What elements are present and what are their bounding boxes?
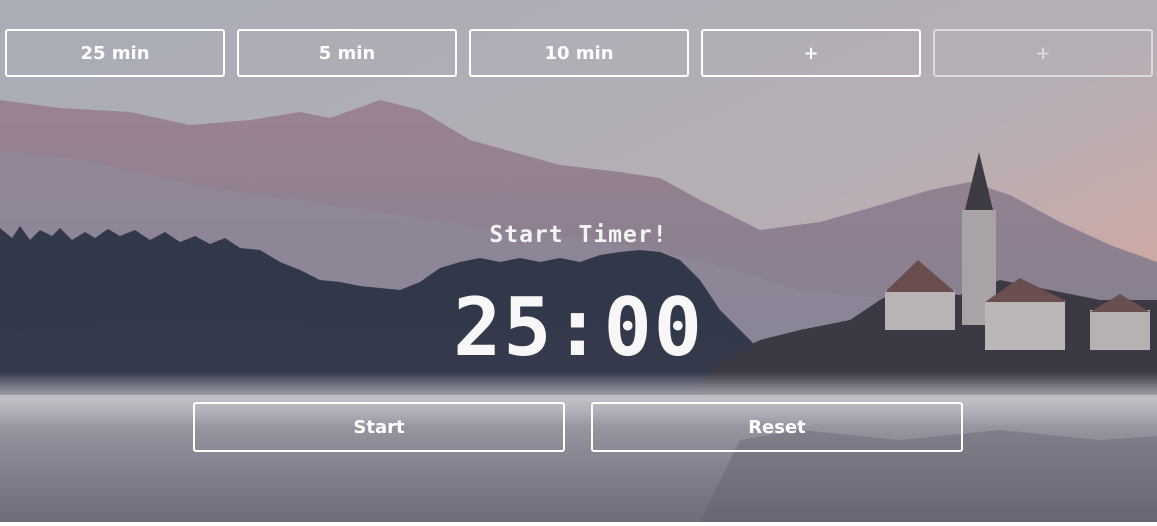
reset-button[interactable]: Reset [591,402,963,452]
preset-bar: 25 min 5 min 10 min + + [0,0,1157,90]
preset-25-min-button[interactable]: 25 min [5,29,225,77]
add-preset-button-disabled[interactable]: + [933,29,1153,77]
preset-5-min-button[interactable]: 5 min [237,29,457,77]
timer-heading: Start Timer! [489,222,668,248]
add-preset-button[interactable]: + [701,29,921,77]
start-button[interactable]: Start [193,402,565,452]
preset-10-min-button[interactable]: 10 min [469,29,689,77]
timer-display: 25:00 [453,281,704,374]
